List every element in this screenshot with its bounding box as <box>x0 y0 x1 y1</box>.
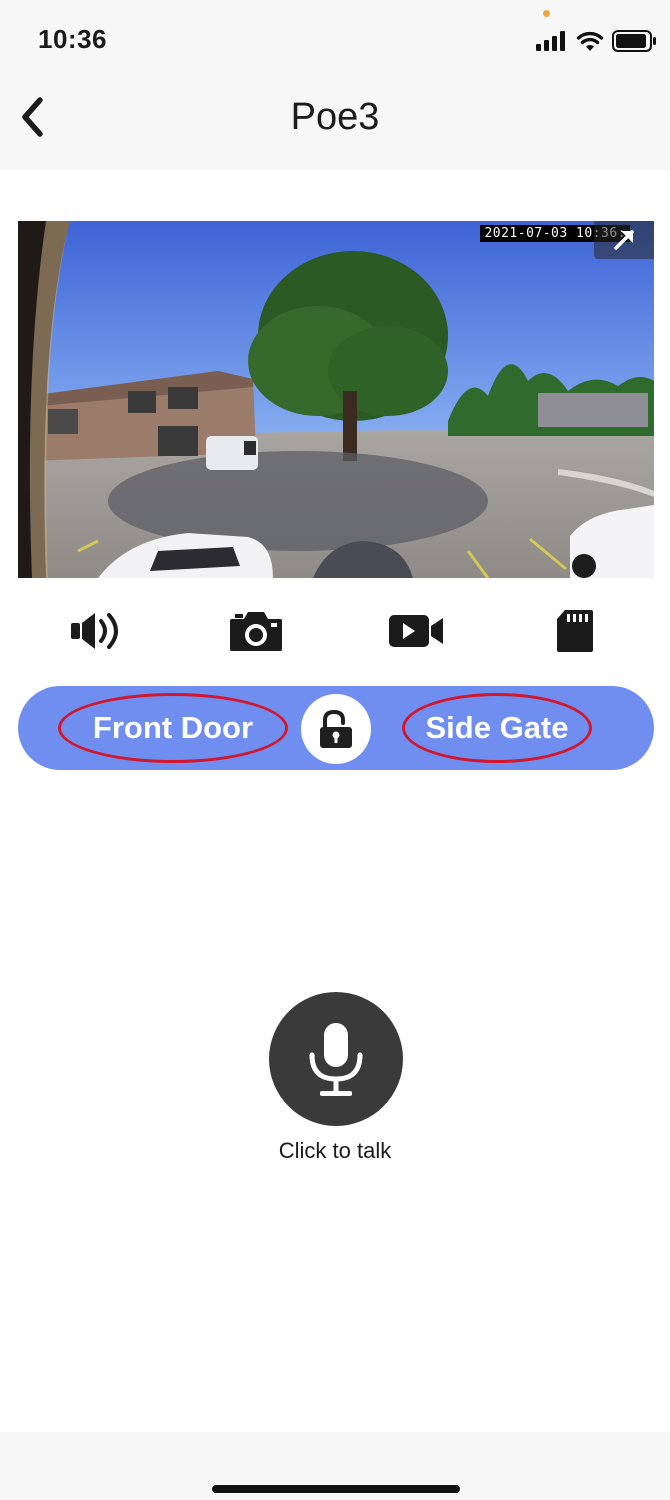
video-record-icon <box>389 615 443 647</box>
speaker-button[interactable] <box>62 600 132 662</box>
camera-live-feed[interactable]: 2021-07-03 10:36: <box>18 221 654 578</box>
door-control-bar: Front Door Side Gate <box>18 686 654 770</box>
camera-snapshot-icon <box>230 612 282 651</box>
cellular-signal-icon <box>536 31 565 51</box>
status-bar: 10:36 <box>0 0 670 80</box>
snapshot-button[interactable] <box>221 600 291 662</box>
side-gate-label: Side Gate <box>425 710 569 745</box>
front-door-label: Front Door <box>92 710 254 745</box>
talk-button[interactable] <box>269 992 403 1126</box>
battery-icon <box>612 30 656 52</box>
unlocked-padlock-icon <box>320 709 352 748</box>
speaker-icon <box>71 613 118 649</box>
status-icons <box>536 26 658 56</box>
privacy-indicator-dot <box>543 10 550 17</box>
sd-card-button[interactable] <box>540 600 610 662</box>
expand-arrow-icon <box>614 230 634 250</box>
home-indicator[interactable] <box>212 1485 460 1493</box>
unlock-button[interactable] <box>301 694 371 764</box>
camera-scene-image <box>18 221 654 578</box>
status-time: 10:36 <box>38 24 107 54</box>
fullscreen-button[interactable] <box>594 221 654 259</box>
door-camera-screen: 10:36 Poe3 2021-07-03 10:36: Front Door … <box>0 0 670 1500</box>
side-gate-button[interactable]: Side Gate <box>402 693 592 763</box>
microphone-icon <box>309 1023 363 1096</box>
media-toolbar <box>0 600 670 662</box>
front-door-button[interactable]: Front Door <box>58 693 288 763</box>
sd-card-icon <box>557 610 593 652</box>
navigation-bar: Poe3 <box>0 80 670 170</box>
wifi-icon <box>576 31 604 51</box>
talk-label: Click to talk <box>278 1138 392 1163</box>
record-video-button[interactable] <box>381 600 451 662</box>
page-title: Poe3 <box>290 96 380 138</box>
content-card: 2021-07-03 10:36: Front Door Side Gate C… <box>0 170 670 1432</box>
